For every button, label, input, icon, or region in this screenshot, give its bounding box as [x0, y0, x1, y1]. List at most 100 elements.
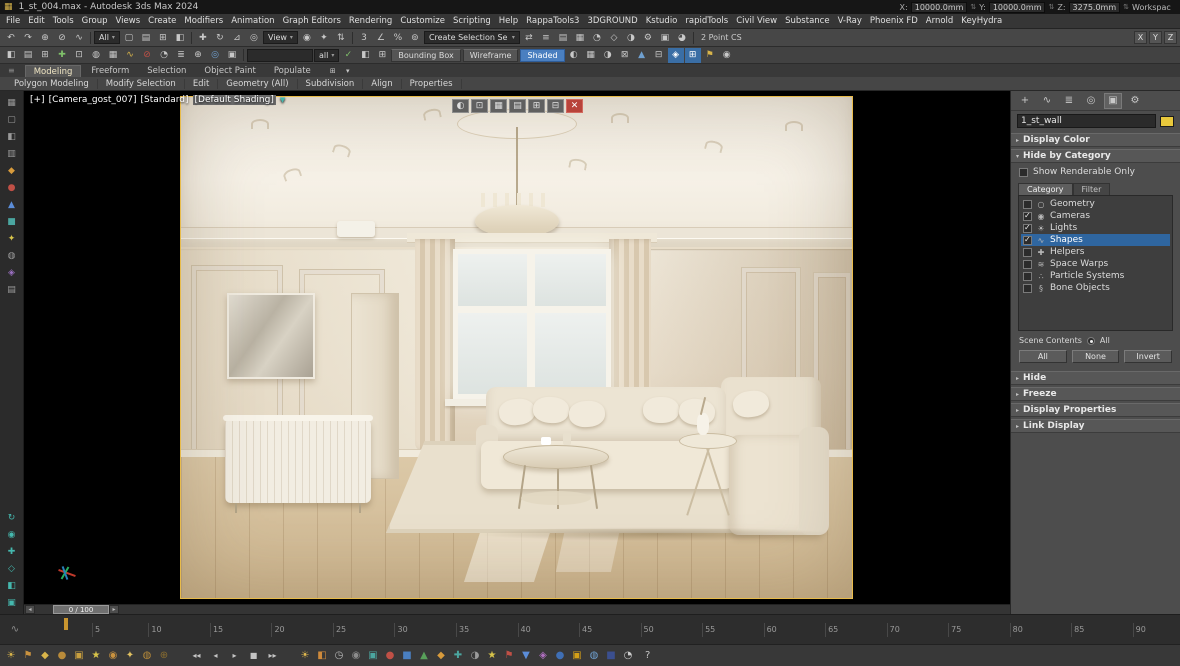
ribbon-panel[interactable]: Properties	[402, 78, 462, 89]
viewport-config-icon[interactable]: ◧	[3, 48, 19, 63]
category-row[interactable]: ✚ Helpers	[1021, 246, 1170, 258]
menu-item[interactable]: Animation	[227, 16, 278, 26]
up-arrow-icon[interactable]: ▲	[634, 48, 650, 63]
target-ring-icon[interactable]: ◉	[4, 527, 20, 542]
collapsed-rollout[interactable]: ▸ Display Properties	[1011, 403, 1180, 417]
time-slider[interactable]: ◂ 0 / 100 ▸	[24, 604, 1010, 614]
show-renderable-checkbox[interactable]	[1019, 167, 1028, 177]
select-and-rotate-icon[interactable]: ↻	[212, 30, 228, 45]
select-object-icon[interactable]: ▢	[121, 30, 137, 45]
sun-icon[interactable]: ☀	[3, 647, 19, 664]
gem-icon[interactable]: ◈	[667, 47, 684, 63]
half-shade-icon[interactable]: ◧	[357, 48, 373, 63]
grid-toggle-icon[interactable]: ⊞	[37, 48, 53, 63]
shade-half-icon[interactable]: ◐	[566, 48, 582, 63]
create-tab-icon[interactable]: +	[1016, 93, 1034, 109]
menu-item[interactable]: rapidTools	[681, 16, 732, 26]
menu-item[interactable]: Kstudio	[642, 16, 682, 26]
menu-item[interactable]: Graph Editors	[279, 16, 345, 26]
mirror-icon[interactable]: ⇄	[521, 30, 537, 45]
diamond-icon[interactable]: ◆	[37, 647, 53, 664]
material-icon[interactable]: ◑	[467, 647, 483, 664]
menu-item[interactable]: Tools	[49, 16, 78, 26]
menu-item[interactable]: Edit	[24, 16, 48, 26]
red-sphere-icon[interactable]: ●	[4, 180, 20, 195]
scene-contents-radio[interactable]	[1086, 336, 1095, 345]
ribbon-panel[interactable]: Polygon Modeling	[6, 78, 98, 89]
collapsed-rollout[interactable]: ▸ Freeze	[1011, 387, 1180, 401]
star-icon[interactable]: ✦	[4, 231, 20, 246]
x-spinner[interactable]: ⇅	[970, 3, 976, 11]
teal-square-icon[interactable]: ■	[4, 214, 20, 229]
ribbon-panel[interactable]: Geometry (All)	[218, 78, 298, 89]
menu-item[interactable]: Views	[112, 16, 145, 26]
red-flag-icon[interactable]: ⚑	[501, 647, 517, 664]
select-by-name-icon[interactable]: ▤	[138, 30, 154, 45]
stop-icon[interactable]: ■	[246, 651, 261, 660]
ribbon-toggle-icon[interactable]: ▦	[572, 30, 588, 45]
camera-viewport[interactable]: [+] [Camera_gost_007] [Standard] [Defaul…	[24, 91, 1010, 604]
layout-grid-icon[interactable]: ▦	[4, 95, 20, 110]
use-pivot-center-icon[interactable]: ◉	[299, 30, 315, 45]
select-and-scale-icon[interactable]: ⊿	[229, 30, 245, 45]
category-checkbox[interactable]	[1023, 211, 1032, 221]
viewport-menu-camera[interactable]: [Camera_gost_007]	[49, 95, 137, 105]
panel-icon[interactable]: ◧	[4, 578, 20, 593]
category-row[interactable]: ☀ Lights	[1021, 222, 1170, 234]
window-crossing-icon[interactable]: ◧	[172, 30, 188, 45]
ribbon-panel[interactable]: Modify Selection	[98, 78, 185, 89]
navy-box-icon[interactable]: ■	[603, 647, 619, 664]
shading-mode-button[interactable]: Wireframe	[462, 48, 519, 62]
y-field[interactable]: 10000.0mm	[988, 1, 1046, 13]
rollout-display-color[interactable]: ▸ Display Color	[1011, 133, 1180, 147]
teal-plus-icon[interactable]: ✚	[450, 647, 466, 664]
axis-constraint-button[interactable]: X	[1134, 31, 1147, 44]
go-to-end-icon[interactable]: ▸▸	[265, 651, 280, 660]
script-input[interactable]	[247, 48, 313, 62]
current-frame-marker[interactable]	[64, 618, 68, 630]
axis-constraint-button[interactable]: Y	[1149, 31, 1162, 44]
menu-item[interactable]: V-Ray	[834, 16, 866, 26]
region-render-icon[interactable]: ⊡	[71, 48, 87, 63]
gold-star-icon[interactable]: ★	[484, 647, 500, 664]
menu-item[interactable]: Customize	[396, 16, 449, 26]
go-to-start-icon[interactable]: ◂◂	[189, 651, 204, 660]
flag-icon[interactable]: ⚑	[20, 647, 36, 664]
z-spinner[interactable]: ⇅	[1123, 3, 1129, 11]
selection-filter-dropdown[interactable]: All ▾	[94, 31, 120, 44]
next-frame-button[interactable]: ▸	[109, 605, 119, 614]
sun2-icon[interactable]: ☀	[297, 647, 313, 664]
spinner-snap-icon[interactable]: ⊚	[407, 30, 423, 45]
unlink-selection-icon[interactable]: ⊘	[54, 30, 70, 45]
ribbon-panel[interactable]: Edit	[185, 78, 219, 89]
spline-tool-icon[interactable]: ∿	[122, 48, 138, 63]
split-view-icon[interactable]: ◧	[4, 129, 20, 144]
menu-item[interactable]: Rendering	[345, 16, 396, 26]
viewport-menu-shading[interactable]: [Default Shading]	[192, 95, 276, 105]
time-config-icon[interactable]: ◔	[156, 48, 172, 63]
menu-item[interactable]: File	[2, 16, 24, 26]
category-row[interactable]: ○ Geometry	[1021, 198, 1170, 210]
category-row[interactable]: ∿ Shapes	[1021, 234, 1170, 246]
axis-constraint-button[interactable]: Z	[1164, 31, 1177, 44]
bind-to-space-warp-icon[interactable]: ∿	[71, 30, 87, 45]
ribbon-expand-icon[interactable]: ⊞	[327, 65, 339, 76]
ribbon-tab[interactable]: Populate	[266, 65, 319, 77]
previous-frame-icon[interactable]: ◂	[208, 651, 223, 660]
percent-snap-icon[interactable]: %	[390, 30, 406, 45]
collapse-icon[interactable]: ⊟	[651, 48, 667, 63]
all-dropdown[interactable]: all ▾	[314, 48, 340, 62]
viewport-menu-renderer[interactable]: [Standard]	[141, 95, 189, 105]
curve-editor-icon[interactable]: ◔	[589, 30, 605, 45]
list-icon[interactable]: ▤	[4, 282, 20, 297]
stack-icon[interactable]: ≣	[173, 48, 189, 63]
named-selection-sets-dropdown[interactable]: Create Selection Se ▾	[423, 31, 520, 44]
help-icon[interactable]: ?	[645, 650, 650, 661]
disc-icon[interactable]: ◍	[139, 647, 155, 664]
outline-diamond-icon[interactable]: ◇	[4, 561, 20, 576]
ring-icon[interactable]: ◉	[105, 647, 121, 664]
align-icon[interactable]: ≡	[538, 30, 554, 45]
dot-icon[interactable]: ●	[54, 647, 70, 664]
grid-active-icon[interactable]: ⊞	[684, 47, 701, 63]
menu-item[interactable]: Group	[78, 16, 112, 26]
